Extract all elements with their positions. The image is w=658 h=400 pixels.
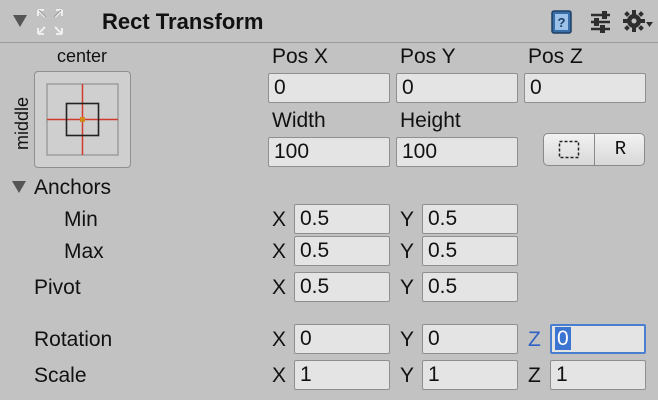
settings-gear-icon[interactable] [622,8,654,36]
anchors-foldout-icon[interactable] [12,181,26,193]
scale-z-label[interactable]: Z [528,365,541,386]
rotation-z-field[interactable]: 0 [550,324,646,354]
height-field[interactable]: 100 [396,137,518,167]
pivot-label: Pivot [34,276,81,299]
anchor-max-x-label[interactable]: X [272,241,286,262]
raw-edit-mode-button[interactable]: R [595,134,644,165]
anchor-horizontal-label: center [57,46,108,66]
pos-y-field[interactable]: 0 [396,73,518,103]
anchor-max-x-field[interactable]: 0.5 [294,236,390,266]
anchor-min-x-field[interactable]: 0.5 [294,204,390,234]
anchor-min-x-label[interactable]: X [272,209,286,230]
anchor-min-y-label[interactable]: Y [400,209,414,230]
scale-y-field[interactable]: 1 [422,360,518,390]
rect-transform-icon [33,5,67,39]
pivot-y-label[interactable]: Y [400,277,414,298]
scale-x-field[interactable]: 1 [294,360,390,390]
anchor-min-y-field[interactable]: 0.5 [422,204,518,234]
rotation-x-field[interactable]: 0 [294,324,390,354]
help-book-icon[interactable]: ? [549,9,575,35]
scale-y-label[interactable]: Y [400,365,414,386]
scale-x-label[interactable]: X [272,365,286,386]
pos-z-label: Pos Z [528,45,583,68]
pos-x-label: Pos X [272,45,329,68]
anchors-label[interactable]: Anchors [34,177,111,198]
blueprint-mode-button[interactable] [544,134,595,165]
component-title: Rect Transform [102,9,264,34]
height-label: Height [400,109,461,132]
rotation-x-label[interactable]: X [272,329,286,350]
anchor-min-label: Min [64,208,98,231]
anchor-preset-button[interactable] [34,71,131,168]
anchor-vertical-text: middle [12,96,32,150]
anchor-max-label: Max [64,240,104,263]
rotation-z-label[interactable]: Z [528,329,541,350]
scale-z-field[interactable]: 1 [550,360,646,390]
presets-icon[interactable] [588,9,614,35]
width-label: Width [272,109,326,132]
anchor-max-y-field[interactable]: 0.5 [422,236,518,266]
rotation-y-label[interactable]: Y [400,329,414,350]
pivot-y-field[interactable]: 0.5 [422,272,518,302]
scale-label: Scale [34,364,87,387]
dotted-rect-icon [558,140,580,159]
rotation-y-field[interactable]: 0 [422,324,518,354]
svg-text:?: ? [558,15,566,30]
pos-x-field[interactable]: 0 [268,73,390,103]
pos-z-field[interactable]: 0 [524,73,646,103]
edit-mode-button-group: R [543,133,645,166]
pivot-x-field[interactable]: 0.5 [294,272,390,302]
anchor-vertical-label: middle [12,97,32,170]
header-divider [0,42,658,43]
rotation-label: Rotation [34,328,113,351]
raw-edit-label: R [614,138,627,160]
pivot-x-label[interactable]: X [272,277,286,298]
pos-y-label: Pos Y [400,45,456,68]
rotation-z-selected-text: 0 [555,327,571,350]
collapse-foldout-icon[interactable] [13,15,27,27]
anchor-max-y-label[interactable]: Y [400,241,414,262]
width-field[interactable]: 100 [268,137,390,167]
